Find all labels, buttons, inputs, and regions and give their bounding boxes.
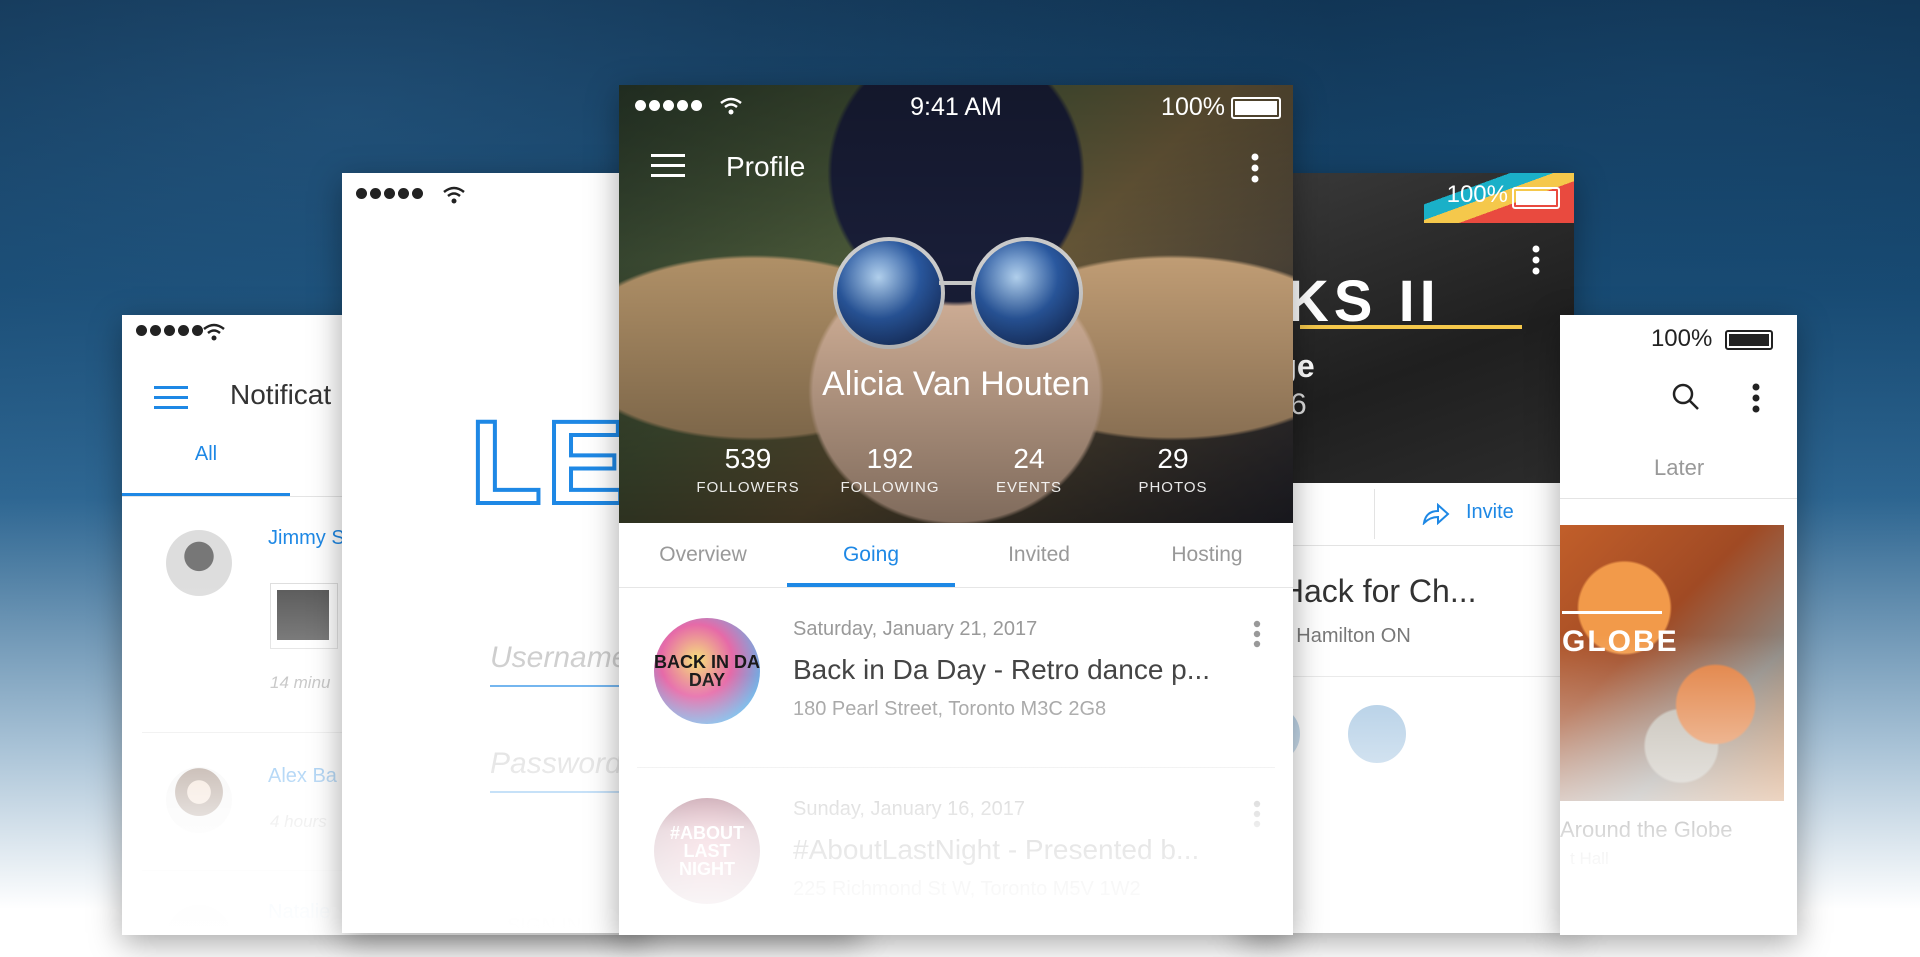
avatar	[166, 905, 232, 935]
notification-name[interactable]: Natalie	[268, 901, 330, 924]
event-address: 180 Pearl Street, Toronto M3C 2G8	[793, 698, 1107, 720]
event-thumbnail: BACK IN DA DAY	[654, 618, 760, 724]
tab-overview[interactable]: Overview	[619, 543, 787, 567]
invite-button[interactable]: Invite	[1466, 501, 1514, 524]
profile-screen: 9:41 AM 100% Profile Alicia Van Houten 5…	[619, 85, 1293, 935]
sign-in-button[interactable]: SIGN IN	[507, 915, 581, 933]
stat-value: 192	[866, 443, 914, 474]
avatar	[166, 767, 232, 833]
stat-value: 29	[1157, 443, 1189, 474]
guest-avatar[interactable]	[1346, 703, 1408, 765]
battery-percent-text: 100%	[1650, 325, 1713, 352]
page-title: Profile	[726, 151, 806, 182]
card-overlay-text: GLOBE	[1562, 625, 1679, 658]
more-options-icon[interactable]	[1253, 800, 1261, 828]
battery-icon	[1231, 97, 1281, 119]
stat-following[interactable]: 192 FOLLOWING	[810, 443, 970, 496]
event-address: 225 Richmond St W, Toronto M5V 1W2	[793, 878, 1141, 900]
overlay-underline	[1562, 611, 1662, 614]
event-title[interactable]: #AboutLastNight - Presented b...	[793, 834, 1199, 866]
page-title: Notificat	[230, 379, 332, 410]
attachment-thumbnail[interactable]	[270, 583, 338, 649]
event-card-image[interactable]: GLOBE	[1560, 525, 1784, 801]
signal-icon	[356, 188, 423, 199]
event-title[interactable]: Back in Da Day - Retro dance p...	[793, 654, 1210, 686]
profile-name: Alicia Van Houten	[822, 365, 1090, 403]
more-options-icon[interactable]	[1752, 383, 1760, 413]
stat-followers[interactable]: 539 FOLLOWERS	[668, 443, 828, 496]
event-date: Sunday, January 16, 2017	[793, 798, 1026, 820]
event-thumbnail-text: BACK IN DA DAY	[654, 652, 760, 690]
event-thumbnail-text: #ABOUT LAST NIGHT	[669, 823, 744, 879]
stat-label: PHOTOS	[1138, 479, 1208, 496]
battery-percent: 100%	[1651, 325, 1773, 353]
battery-percent: 100%	[1446, 181, 1508, 208]
menu-icon[interactable]	[154, 385, 188, 411]
events-list: BACK IN DA DAY Saturday, January 21, 201…	[619, 588, 1293, 935]
active-tab-indicator	[787, 583, 955, 587]
menu-icon[interactable]	[651, 153, 685, 179]
tab-later[interactable]: Later	[1654, 455, 1704, 481]
battery-icon	[1725, 329, 1773, 350]
divider	[1374, 489, 1375, 539]
card-venue: t Hall	[1570, 849, 1609, 868]
battery-icon	[1512, 187, 1560, 209]
stat-label: EVENTS	[995, 479, 1062, 496]
avatar	[166, 530, 232, 596]
battery-percent: 100%	[1161, 93, 1225, 121]
more-options-icon[interactable]	[1532, 245, 1540, 275]
list-item[interactable]: #ABOUT LAST NIGHT Sunday, January 16, 20…	[619, 768, 1293, 935]
stat-value: 539	[724, 443, 772, 474]
tab-hosting[interactable]: Hosting	[1123, 543, 1291, 567]
search-icon[interactable]	[1672, 383, 1700, 411]
wifi-icon	[203, 323, 225, 341]
notification-time: 14 minu	[270, 673, 331, 692]
card-title[interactable]: Around the Globe	[1560, 817, 1732, 843]
more-options-icon[interactable]	[1251, 153, 1259, 183]
share-icon[interactable]	[1422, 503, 1450, 525]
list-item[interactable]: BACK IN DA DAY Saturday, January 21, 201…	[619, 588, 1293, 768]
banner-underline	[1300, 325, 1522, 329]
signal-icon	[136, 325, 203, 336]
stat-label: FOLLOWERS	[696, 479, 800, 496]
tab-going[interactable]: Going	[787, 543, 955, 567]
profile-header: 9:41 AM 100% Profile Alicia Van Houten 5…	[619, 85, 1293, 523]
tab-all[interactable]: All	[122, 443, 290, 485]
stat-value: 24	[1013, 443, 1045, 474]
wifi-icon	[443, 186, 465, 204]
event-thumbnail: #ABOUT LAST NIGHT	[654, 798, 760, 904]
more-options-icon[interactable]	[1253, 620, 1261, 648]
tab-bar-divider	[1560, 498, 1797, 499]
discover-screen: 100% Later GLOBE Around the Globe t Hall	[1560, 315, 1797, 935]
stat-events[interactable]: 24 EVENTS	[949, 443, 1109, 496]
notification-name[interactable]: Jimmy S	[268, 527, 345, 550]
notification-name[interactable]: Alex Ba	[268, 765, 337, 788]
notification-time: 4 hours	[270, 812, 327, 831]
event-date: Saturday, January 21, 2017	[793, 618, 1038, 640]
stat-photos[interactable]: 29 PHOTOS	[1093, 443, 1253, 496]
app-logo: LE	[468, 395, 629, 531]
stat-label: FOLLOWING	[840, 479, 940, 496]
profile-tabs: Overview Going Invited Hosting	[619, 523, 1293, 588]
tab-invited[interactable]: Invited	[955, 543, 1123, 567]
